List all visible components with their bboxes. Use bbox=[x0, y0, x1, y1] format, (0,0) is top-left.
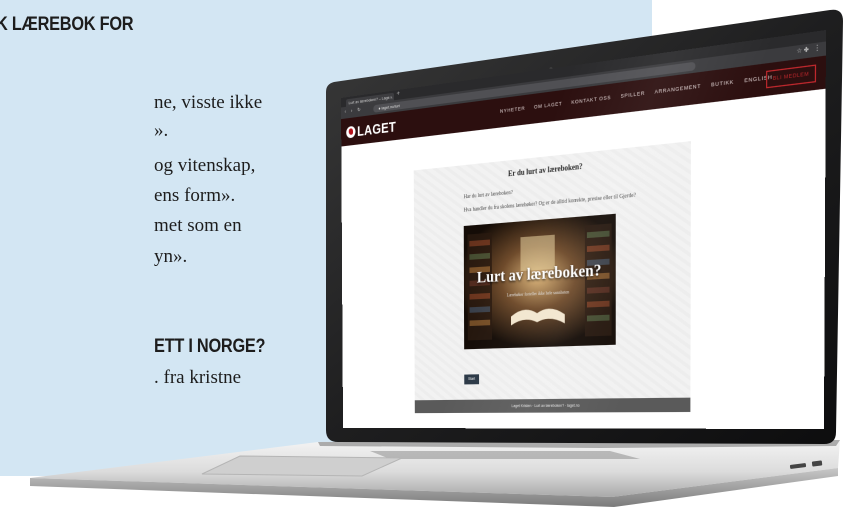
laptop: Lurt av læreboken? – Lage… × + ‹ › ↻ ● l… bbox=[0, 0, 857, 528]
browser-window: Lurt av læreboken? – Lage… × + ‹ › ↻ ● l… bbox=[341, 30, 826, 429]
nav-item-nyheter[interactable]: NYHETER bbox=[500, 105, 525, 114]
extension-icons[interactable]: ☆ ✤ bbox=[797, 46, 809, 55]
laptop-screen: Lurt av læreboken? – Lage… × + ‹ › ↻ ● l… bbox=[341, 30, 826, 429]
card-title: Er du lurt av læreboken? bbox=[414, 151, 691, 188]
logo-text: LAGET bbox=[357, 118, 396, 139]
card-question: Har du lurt av læreboken? bbox=[464, 190, 513, 200]
menu-icon[interactable]: ⋮ bbox=[814, 43, 821, 53]
quiz-card: Er du lurt av læreboken? Har du lurt av … bbox=[414, 141, 691, 413]
site-logo[interactable]: LAGET bbox=[346, 118, 396, 139]
card-footer: Laget Kristen · Lurt av læreboken? · lag… bbox=[415, 398, 691, 414]
nav-item-kontakt-oss[interactable]: KONTAKT OSS bbox=[571, 94, 611, 105]
navigation-icons[interactable]: ‹ › ↻ bbox=[344, 107, 362, 116]
new-tab-icon[interactable]: + bbox=[397, 91, 400, 98]
nav-item-arrangement[interactable]: ARRANGEMENT bbox=[655, 83, 701, 95]
member-button[interactable]: BLI MEDLEM bbox=[766, 64, 816, 88]
nav-item-om-laget[interactable]: OM LAGET bbox=[534, 101, 562, 110]
nav-item-spiller[interactable]: SPILLER bbox=[621, 90, 645, 99]
start-button[interactable]: Start bbox=[464, 374, 479, 384]
nav-item-butikk[interactable]: BUTIKK bbox=[711, 79, 734, 88]
logo-icon bbox=[346, 125, 355, 138]
library-image: Lurt av læreboken? Lærebøker forteller i… bbox=[464, 214, 616, 350]
keyboard-shadow bbox=[370, 451, 640, 459]
